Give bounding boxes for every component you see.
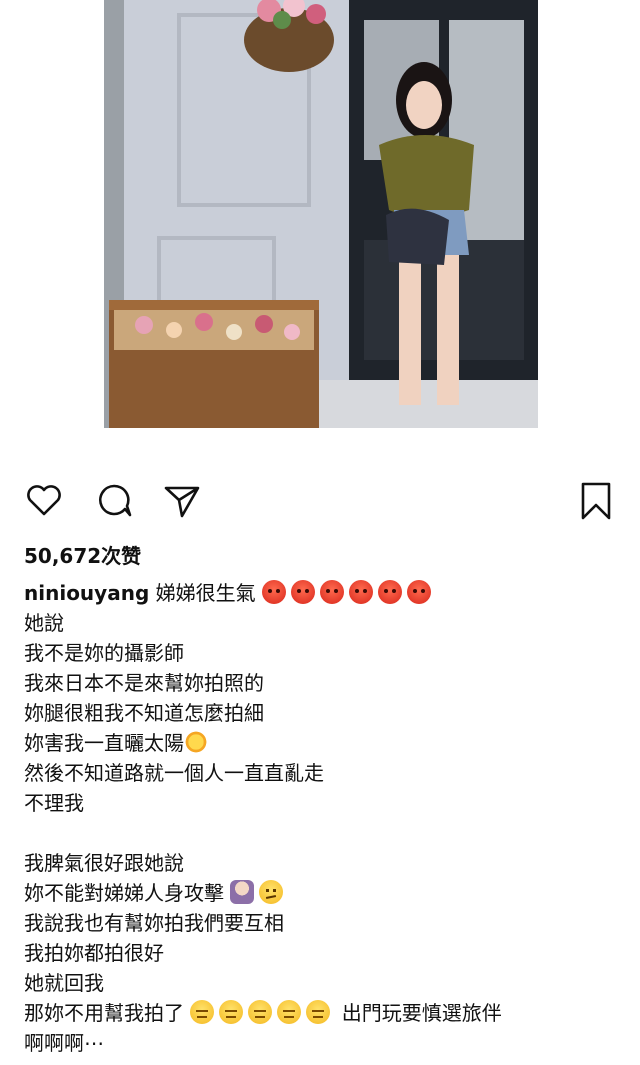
username-link[interactable]: niniouyang xyxy=(24,581,149,605)
photo-illustration xyxy=(104,0,538,428)
caption-line: 我來日本不是來幫妳拍照的 xyxy=(24,671,264,695)
caption-line: 啊啊啊⋯ xyxy=(24,1031,104,1055)
caption-line: 那妳不用幫我拍了 出門玩要慎選旅伴 xyxy=(24,998,624,1028)
expressionless-face-icon xyxy=(219,1000,244,1024)
post-action-bar xyxy=(0,470,640,530)
caption-line: 她就回我 xyxy=(24,971,104,995)
confused-face-icon xyxy=(259,880,284,904)
caption-line: 我不是妳的攝影師 xyxy=(24,641,184,665)
caption-line: 不理我 xyxy=(24,791,84,815)
caption-line: 我脾氣很好跟她說 xyxy=(24,851,184,875)
caption-line: 我說我也有幫妳拍我們要互相 xyxy=(24,911,284,935)
caption-line: 然後不知道路就一個人一直直亂走 xyxy=(24,761,324,785)
shrug-person-icon xyxy=(230,880,255,904)
heart-icon[interactable] xyxy=(22,478,66,522)
caption-line: 妳腿很粗我不知道怎麼拍細 xyxy=(24,701,264,725)
angry-face-icon xyxy=(290,580,315,604)
sun-icon xyxy=(184,730,208,754)
caption-text: 那妳不用幫我拍了 xyxy=(24,1001,184,1025)
comment-bubble-icon[interactable] xyxy=(92,478,136,522)
caption-text: 妳不能對娣娣人身攻擊 xyxy=(24,881,224,905)
post-media[interactable] xyxy=(0,0,640,430)
caption-line: 妳不能對娣娣人身攻擊 xyxy=(24,878,624,908)
angry-face-icon xyxy=(261,580,286,604)
caption-line-1: niniouyang 娣娣很生氣 xyxy=(24,578,624,608)
angry-face-icon xyxy=(406,580,431,604)
like-count[interactable]: 50,672次赞 xyxy=(24,540,141,569)
angry-face-icon xyxy=(377,580,402,604)
caption-line: 妳害我一直曬太陽 xyxy=(24,728,624,758)
caption-text: 出門玩要慎選旅伴 xyxy=(341,1001,502,1025)
angry-face-icon xyxy=(348,580,373,604)
angry-face-icon xyxy=(319,580,344,604)
post-caption: niniouyang 娣娣很生氣 她說 我不是妳的攝影師 我來日本不是來幫妳拍照… xyxy=(24,578,624,1058)
caption-text: 娣娣很生氣 xyxy=(155,581,256,605)
paper-plane-icon[interactable] xyxy=(160,478,204,522)
bookmark-icon[interactable] xyxy=(574,478,618,522)
expressionless-face-icon xyxy=(190,1000,215,1024)
post-photo[interactable] xyxy=(104,0,538,428)
expressionless-face-icon xyxy=(277,1000,302,1024)
caption-line: 我拍妳都拍很好 xyxy=(24,941,164,965)
expressionless-face-icon xyxy=(306,1000,331,1024)
caption-line: 她說 xyxy=(24,611,64,635)
expressionless-face-icon xyxy=(248,1000,273,1024)
caption-text: 妳害我一直曬太陽 xyxy=(24,731,184,755)
